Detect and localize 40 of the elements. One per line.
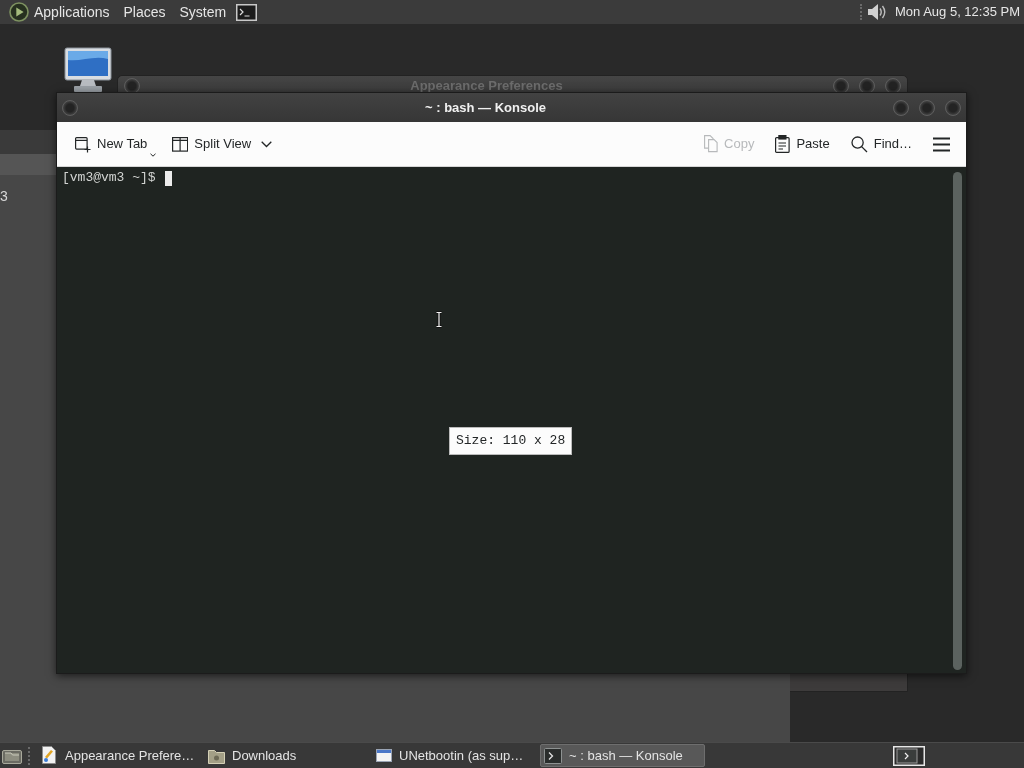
scrollbar[interactable] xyxy=(953,172,962,670)
window-button[interactable] xyxy=(893,99,909,116)
taskbar-button[interactable]: UNetbootin (as sup… xyxy=(372,744,537,767)
taskbar-button[interactable]: ~ : bash — Konsole xyxy=(540,744,705,767)
clipboard-icon xyxy=(775,135,791,153)
window-text: 3 xyxy=(0,188,8,204)
search-icon xyxy=(850,135,868,153)
split-view-button[interactable]: Split View xyxy=(168,130,277,158)
terminal-icon xyxy=(544,747,562,764)
window-button[interactable] xyxy=(919,99,935,116)
terminal-launcher-icon[interactable] xyxy=(236,3,258,21)
document-brush-icon xyxy=(40,746,58,765)
copy-icon xyxy=(703,135,719,153)
speaker-icon[interactable] xyxy=(865,1,886,23)
folder-icon xyxy=(208,747,225,764)
block-cursor-icon xyxy=(164,170,172,186)
panel-menu[interactable]: Applications xyxy=(34,3,110,21)
paste-button[interactable]: Paste xyxy=(771,130,834,158)
terminal-prompt: [vm3@vm3 ~]$ xyxy=(62,170,156,186)
computer-icon[interactable] xyxy=(64,47,112,93)
taskbar-button[interactable]: Appearance Prefere… xyxy=(36,744,201,767)
text-cursor-icon xyxy=(435,311,443,328)
window-button[interactable] xyxy=(62,99,78,116)
taskbar-button[interactable]: Downloads xyxy=(204,744,369,767)
panel-menu[interactable]: Places xyxy=(123,3,166,21)
new-tab-button[interactable]: New Tab xyxy=(70,130,161,158)
menu-icon xyxy=(933,136,950,152)
workspace-pager-icon[interactable] xyxy=(893,745,925,766)
caret-icon xyxy=(150,152,157,157)
size-tooltip: Size: 110 x 28 xyxy=(449,427,573,455)
split-view-icon xyxy=(172,136,189,152)
panel-menu[interactable]: System xyxy=(179,3,227,21)
window-button[interactable] xyxy=(945,99,961,116)
caret-icon xyxy=(261,140,273,148)
clock[interactable]: Mon Aug 5, 12:35 PM xyxy=(894,2,1020,22)
window-title: ~ : bash — Konsole xyxy=(424,98,547,117)
new-tab-icon xyxy=(74,135,91,153)
window-icon xyxy=(376,748,392,763)
find-button[interactable]: Find… xyxy=(846,130,916,158)
play-circle-icon[interactable] xyxy=(9,2,29,22)
